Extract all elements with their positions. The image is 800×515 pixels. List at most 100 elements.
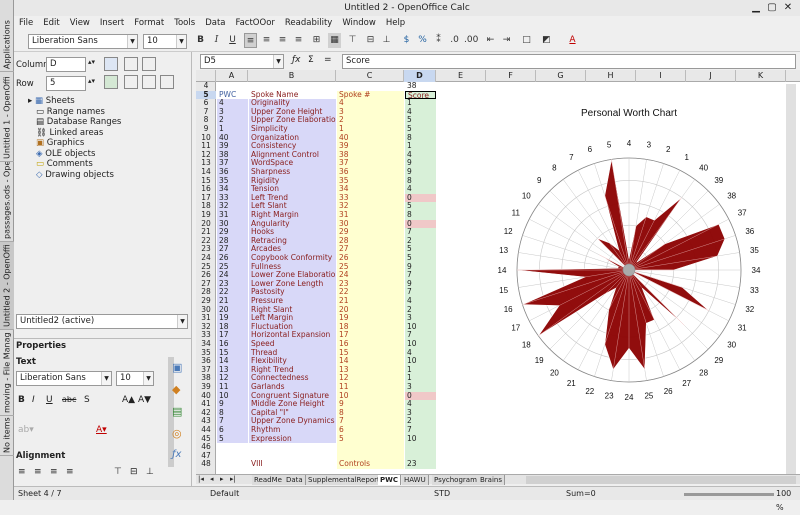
cell-d12[interactable]: 4 [405,150,436,160]
cell-a33[interactable]: 17 [217,331,248,340]
cell-b47[interactable] [249,451,336,461]
cell-b19[interactable]: Right Margin [249,211,336,220]
cell-c23[interactable]: 27 [337,245,404,254]
cell-a21[interactable]: 29 [217,228,248,237]
cell-b16[interactable]: Tension [249,185,336,194]
menu-window[interactable]: Window [337,18,381,28]
cell-a7[interactable]: 3 [217,107,248,117]
align-right-icon[interactable]: ≡ [276,33,289,48]
sidebar-font-combo[interactable]: Liberation Sans ▼ [16,371,112,386]
cell-d36[interactable]: 10 [405,357,436,366]
cell-c32[interactable]: 18 [337,322,404,332]
cell-b44[interactable]: Rhythm [249,426,336,435]
menu-readability[interactable]: Readability [280,18,337,28]
cell-d13[interactable]: 9 [405,159,436,168]
chevron-down-icon[interactable]: ▼ [177,315,187,328]
cell-c13[interactable]: 37 [337,159,404,168]
cell-d45[interactable]: 10 [405,434,436,444]
cell-a28[interactable]: 22 [217,288,248,297]
cell-a36[interactable]: 14 [217,357,248,366]
align-left-icon[interactable]: ≡ [244,33,257,48]
cell-d38[interactable]: 1 [405,374,436,383]
cell-a30[interactable]: 20 [217,305,248,315]
selection-mode[interactable]: STD [434,487,450,501]
cell-d15[interactable]: 8 [405,176,436,186]
cell-d47[interactable] [405,451,436,461]
cell-c45[interactable]: 5 [337,434,404,444]
cell-d17[interactable]: 0 [405,193,436,203]
cell-d11[interactable]: 1 [405,142,436,151]
cell-c4[interactable] [337,82,404,91]
cell-a23[interactable]: 27 [217,245,248,254]
cell-a39[interactable]: 11 [217,383,248,392]
sheet-tab-brains[interactable]: Brains [478,475,505,485]
row-header[interactable]: 48 [196,460,216,469]
cell-b25[interactable]: Fullness [249,262,336,272]
data-range-icon[interactable] [104,57,118,71]
row-input[interactable]: 5 [46,76,86,91]
taskbar-tab-passages[interactable]: passages.ods - Open [0,162,14,242]
sheet-tab-psychogram[interactable]: Psychogram [432,475,480,485]
document-select[interactable]: Untitled2 (active) ▼ [16,314,188,329]
cell-b37[interactable]: Right Trend [249,365,336,375]
tree-item-comments[interactable]: ▭ Comments [28,159,188,170]
column-header-k[interactable]: K [736,70,786,82]
cell-a47[interactable] [217,451,248,461]
cell-b38[interactable]: Connectedness [249,374,336,383]
cell-b23[interactable]: Arcades [249,245,336,254]
horizontal-scrollbar[interactable] [526,476,796,484]
maximize-icon[interactable]: ▢ [766,0,778,16]
cell-b31[interactable]: Left Margin [249,314,336,323]
cell-d7[interactable]: 4 [405,107,436,117]
cell-a6[interactable]: 4 [217,99,248,108]
first-sheet-icon[interactable]: |◂ [198,475,204,483]
cell-a38[interactable]: 12 [217,374,248,383]
cell-b28[interactable]: Pastosity [249,288,336,297]
wrap-text-icon[interactable]: ▦ [328,33,341,48]
bold-icon[interactable]: B [18,395,25,405]
align-center-icon[interactable]: ≡ [260,33,273,48]
cell-d41[interactable]: 4 [405,400,436,409]
chevron-down-icon[interactable]: ▼ [273,55,283,68]
menu-format[interactable]: Format [129,18,169,28]
cell-b34[interactable]: Speed [249,340,336,349]
cell-a9[interactable]: 1 [217,125,248,134]
cell-c9[interactable]: 1 [337,125,404,134]
align-center-icon[interactable]: ≡ [34,467,42,477]
taskbar-tab-file-manager[interactable]: moving - File Manag [0,330,14,416]
cell-a26[interactable]: 24 [217,271,248,280]
cell-c15[interactable]: 35 [337,176,404,186]
cell-d31[interactable]: 3 [405,314,436,323]
chevron-down-icon[interactable]: ▼ [101,372,111,385]
styles-deck-icon[interactable]: ◆ [172,383,180,396]
cell-d26[interactable]: 7 [405,271,436,280]
column-header-j[interactable]: J [686,70,736,82]
cell-a31[interactable]: 19 [217,314,248,323]
grow-font-icon[interactable]: A▲ [122,395,135,405]
cell-a17[interactable]: 33 [217,193,248,203]
cell-d9[interactable]: 5 [405,125,436,134]
cell-c34[interactable]: 16 [337,340,404,349]
tree-item-range-names[interactable]: ▭ Range names [28,107,188,118]
align-left-icon[interactable]: ≡ [18,467,26,477]
cell-a10[interactable]: 40 [217,133,248,143]
menu-data[interactable]: Data [200,18,230,28]
row-spin-icon[interactable]: ▴▾ [88,77,95,85]
sheet-tab-readme[interactable]: ReadMe [252,475,285,485]
name-box[interactable]: D5 ▼ [200,54,284,69]
menu-factooor[interactable]: FactOOor [230,18,279,28]
cell-d32[interactable]: 10 [405,322,436,332]
cell-d4[interactable]: 38 [405,82,436,91]
cell-d39[interactable]: 3 [405,383,436,392]
cell-a8[interactable]: 2 [217,116,248,125]
cell-b15[interactable]: Rigidity [249,176,336,186]
cell-a15[interactable]: 35 [217,176,248,186]
chevron-down-icon[interactable]: ▼ [143,372,153,385]
cell-b17[interactable]: Left Trend [249,193,336,203]
valign-icon[interactable]: ⊤ [346,33,359,48]
justify-icon[interactable]: ≡ [292,33,305,48]
font-color-icon[interactable]: A▾ [96,425,107,435]
cell-c27[interactable]: 23 [337,279,404,289]
underline-icon[interactable]: U [46,395,53,405]
cell-a25[interactable]: 25 [217,262,248,272]
